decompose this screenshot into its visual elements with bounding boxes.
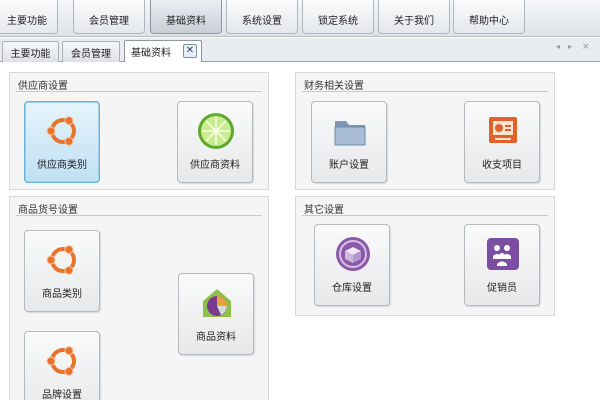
tile-brand-settings[interactable]: 品牌设置: [24, 331, 100, 400]
tile-label: 供应商资料: [190, 160, 240, 171]
tile-label: 商品类别: [42, 289, 82, 300]
toolbar-button-main-functions[interactable]: 主要功能: [0, 0, 58, 34]
tab-label: 基础资料: [131, 48, 171, 59]
tile-label: 促销员: [487, 283, 517, 294]
tile-supplier-category[interactable]: 供应商类别: [24, 101, 100, 183]
group-title: 财务相关设置: [304, 81, 364, 92]
toolbar-button-system-settings[interactable]: 系统设置: [226, 0, 298, 34]
group-title: 供应商设置: [18, 81, 68, 92]
group-goods-settings: 商品货号设置 商品类别 商品资料 品牌设置: [9, 196, 269, 400]
toolbar-button-label: 锁定系统: [318, 16, 358, 27]
presentation-icon: [489, 117, 517, 143]
tile-goods-category[interactable]: 商品类别: [24, 230, 100, 312]
group-divider: [302, 215, 548, 216]
tab-basic-data[interactable]: 基础资料 ✕: [124, 40, 202, 62]
tile-income-expense-items[interactable]: 收支项目: [464, 101, 540, 183]
tab-label: 会员管理: [71, 48, 111, 60]
ubuntu-logo-icon: [46, 116, 76, 146]
tab-main-functions[interactable]: 主要功能: [2, 41, 59, 62]
toolbar-button-label: 帮助中心: [469, 16, 509, 27]
tile-label: 仓库设置: [332, 283, 372, 294]
tile-warehouse-settings[interactable]: 仓库设置: [314, 224, 390, 306]
toolbar-button-member-management[interactable]: 会员管理: [73, 0, 145, 34]
lime-slice-icon: [198, 113, 234, 149]
group-divider: [16, 215, 262, 216]
tile-label: 品牌设置: [42, 390, 82, 400]
toolbar-button-basic-data[interactable]: 基础资料: [150, 0, 222, 34]
content-area: 供应商设置 供应商类别 供应商资料 财务相关设置 账户设置 收支项目 商品货号设…: [0, 63, 600, 400]
tile-supplier-info[interactable]: 供应商资料: [177, 101, 253, 183]
tile-account-settings[interactable]: 账户设置: [311, 101, 387, 183]
group-finance-settings: 财务相关设置 账户设置 收支项目: [295, 72, 555, 190]
group-other-settings: 其它设置 仓库设置 促销员: [295, 196, 555, 316]
group-divider: [302, 91, 548, 92]
tile-label: 账户设置: [329, 160, 369, 171]
group-title: 商品货号设置: [18, 205, 78, 216]
group-title: 其它设置: [304, 205, 344, 216]
house-pie-icon: [203, 289, 231, 317]
close-all-icon[interactable]: ×: [582, 42, 590, 52]
ubuntu-logo-icon: [46, 245, 76, 275]
tile-label: 供应商类别: [37, 160, 87, 171]
tab-member-management[interactable]: 会员管理: [62, 41, 120, 62]
people-group-icon: [487, 238, 519, 270]
toolbar-button-label: 会员管理: [89, 16, 129, 27]
tab-label: 主要功能: [10, 48, 51, 60]
toolbar-button-help-center[interactable]: 帮助中心: [453, 0, 525, 34]
toolbar-button-label: 关于我们: [394, 16, 434, 27]
group-supplier-settings: 供应商设置 供应商类别 供应商资料: [9, 72, 269, 190]
toolbar-button-label: 主要功能: [7, 16, 47, 27]
folder-icon: [334, 121, 366, 146]
tile-goods-info[interactable]: 商品资料: [178, 273, 254, 355]
toolbar-button-label: 系统设置: [242, 16, 282, 27]
toolbar-button-lock-system[interactable]: 锁定系统: [302, 0, 374, 34]
warehouse-box-icon: [336, 237, 370, 271]
tile-label: 商品资料: [196, 332, 236, 343]
main-toolbar: 主要功能 会员管理 基础资料 系统设置 锁定系统 关于我们 帮助中心: [0, 0, 600, 37]
toolbar-button-about-us[interactable]: 关于我们: [378, 0, 450, 34]
scroll-left-icon[interactable]: ◂: [556, 42, 560, 51]
scroll-right-icon[interactable]: ▸: [568, 42, 572, 51]
tile-label: 收支项目: [482, 160, 522, 171]
document-tab-strip: 主要功能 会员管理 基础资料 ✕ ◂ ▸ ×: [0, 38, 600, 62]
toolbar-button-label: 基础资料: [166, 16, 206, 27]
group-divider: [16, 91, 262, 92]
tile-promoter[interactable]: 促销员: [464, 224, 540, 306]
ubuntu-logo-icon: [46, 346, 76, 376]
close-tab-icon[interactable]: ✕: [183, 44, 197, 58]
